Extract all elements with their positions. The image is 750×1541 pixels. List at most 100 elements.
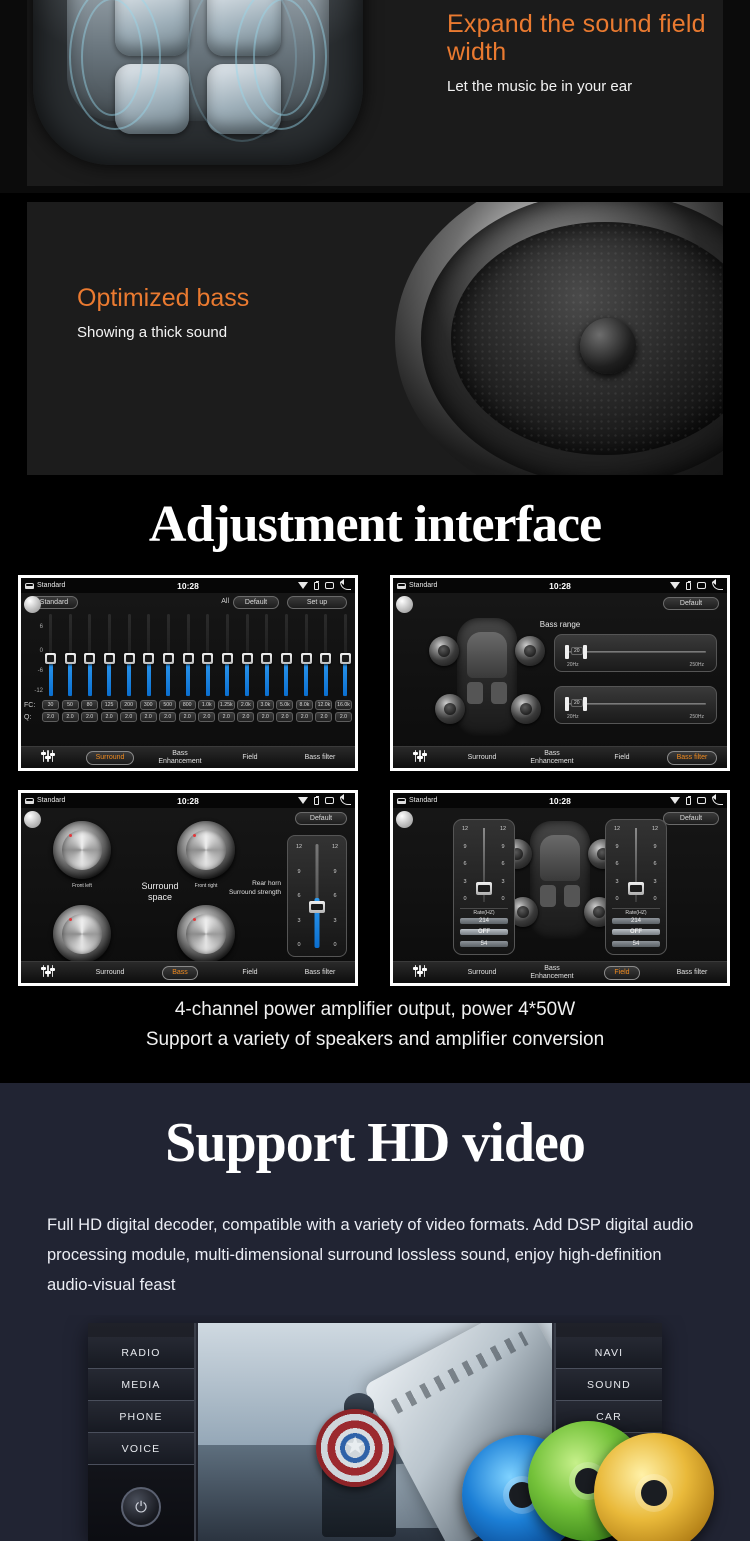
eq-band-slider[interactable] — [221, 614, 233, 698]
tab-field[interactable]: Field — [587, 965, 657, 980]
tab-surround[interactable]: Surround — [447, 969, 517, 977]
eq-setup-button[interactable]: Set up — [287, 596, 347, 609]
eq-q-cell[interactable]: 2.0 — [256, 712, 274, 722]
eq-q-cell[interactable]: 2.0 — [100, 712, 118, 722]
eq-band-slider[interactable] — [84, 614, 96, 698]
eq-fc-cell[interactable]: 1.25k — [217, 700, 235, 710]
dial-front-right[interactable] — [177, 821, 235, 879]
tab-bar[interactable]: Surround Bass Enhancement Field Bass fil… — [393, 961, 727, 983]
back-arrow-icon[interactable] — [340, 793, 351, 805]
tab-surround[interactable]: Surround — [75, 969, 145, 977]
eq-fc-cell[interactable]: 30 — [42, 700, 59, 710]
eq-band-slider[interactable] — [64, 614, 76, 698]
field-value-bottom-left[interactable]: 54 — [460, 941, 508, 947]
tab-field[interactable]: Field — [215, 754, 285, 762]
eq-fc-cell[interactable]: 8.0k — [295, 700, 313, 710]
equalizer-icon[interactable] — [393, 750, 447, 765]
tab-bass-filter[interactable]: Bass filter — [285, 754, 355, 762]
eq-q-cell[interactable]: 2.0 — [217, 712, 235, 722]
tab-bass-enhancement[interactable]: Bass Enhancement — [517, 750, 587, 766]
recent-apps-icon[interactable] — [697, 582, 706, 589]
tab-bass-filter[interactable]: Bass filter — [657, 750, 727, 765]
eq-fc-cell[interactable]: 300 — [139, 700, 157, 710]
tab-surround[interactable]: Surround — [75, 750, 145, 765]
eq-q-cell[interactable]: 2.0 — [198, 712, 216, 722]
head-unit-media-button[interactable]: MEDIA — [88, 1369, 194, 1401]
eq-band-slider[interactable] — [143, 614, 155, 698]
back-arrow-icon[interactable] — [712, 578, 723, 590]
head-unit-voice-button[interactable]: VOICE — [88, 1433, 194, 1465]
eq-fc-cell[interactable]: 80 — [81, 700, 99, 710]
volume-knob[interactable] — [396, 596, 413, 613]
eq-q-cell[interactable]: 2.0 — [334, 712, 352, 722]
eq-band-slider[interactable] — [202, 614, 214, 698]
eq-band-slider[interactable] — [320, 614, 332, 698]
field-slider-right[interactable]: 12 9 6 3 0 12 9 6 3 0 Rate(HZ) 214 OFF 54 — [605, 819, 667, 955]
eq-fc-cell[interactable]: 3.0k — [256, 700, 274, 710]
eq-q-cell[interactable]: 2.0 — [61, 712, 79, 722]
tab-bass-enhancement[interactable]: Bass — [145, 965, 215, 980]
recent-apps-icon[interactable] — [697, 797, 706, 804]
eq-fc-cell[interactable]: 12.0k — [315, 700, 333, 710]
eq-q-cell[interactable]: 2.0 — [42, 712, 59, 722]
equalizer-icon[interactable] — [393, 965, 447, 980]
field-value-top-left[interactable]: 214 — [460, 918, 508, 924]
eq-band-slider[interactable] — [103, 614, 115, 698]
field-value-bottom-right[interactable]: 54 — [612, 941, 660, 947]
eq-fc-cell[interactable]: 5.0k — [276, 700, 294, 710]
recent-apps-icon[interactable] — [325, 797, 334, 804]
field-value-mid-right[interactable]: OFF — [612, 929, 660, 935]
eq-q-cell[interactable]: 2.0 — [139, 712, 157, 722]
eq-band-slider[interactable] — [339, 614, 351, 698]
eq-fc-cell[interactable]: 2.0k — [237, 700, 255, 710]
eq-fc-cell[interactable]: 16.0k — [334, 700, 352, 710]
field-value-top-right[interactable]: 214 — [612, 918, 660, 924]
bass-range-slider-1[interactable]: 20 20Hz 250Hz — [554, 634, 717, 672]
bass-range-slider-2[interactable]: 20 20Hz 250Hz — [554, 686, 717, 724]
volume-knob[interactable] — [396, 811, 413, 828]
eq-band-slider[interactable] — [123, 614, 135, 698]
dial-rear-right[interactable] — [177, 905, 235, 963]
eq-band-slider[interactable] — [162, 614, 174, 698]
eq-band-slider[interactable] — [280, 614, 292, 698]
field-slider-left[interactable]: 12 9 6 3 0 12 9 6 3 0 Rate(HZ) 214 OFF 54 — [453, 819, 515, 955]
eq-fc-cell[interactable]: 800 — [178, 700, 196, 710]
bass-filter-default-button[interactable]: Default — [663, 597, 719, 610]
eq-band-slider[interactable] — [300, 614, 312, 698]
surround-default-button[interactable]: Default — [295, 812, 347, 825]
tab-surround[interactable]: Surround — [447, 754, 517, 762]
head-unit-navi-button[interactable]: NAVI — [556, 1337, 662, 1369]
recent-apps-icon[interactable] — [325, 582, 334, 589]
eq-q-cell[interactable]: 2.0 — [295, 712, 313, 722]
field-default-button[interactable]: Default — [663, 812, 719, 825]
eq-fc-cell[interactable]: 125 — [100, 700, 118, 710]
tab-bass-filter[interactable]: Bass filter — [657, 969, 727, 977]
eq-band-slider[interactable] — [182, 614, 194, 698]
back-arrow-icon[interactable] — [340, 578, 351, 590]
tab-bass-enhancement[interactable]: Bass Enhancement — [145, 750, 215, 766]
eq-q-cell[interactable]: 2.0 — [276, 712, 294, 722]
eq-q-cell[interactable]: 2.0 — [159, 712, 177, 722]
head-unit-radio-button[interactable]: RADIO — [88, 1337, 194, 1369]
tab-field[interactable]: Field — [587, 754, 657, 762]
eq-band-slider[interactable] — [261, 614, 273, 698]
equalizer-icon[interactable] — [21, 750, 75, 765]
back-arrow-icon[interactable] — [712, 793, 723, 805]
volume-knob[interactable] — [24, 811, 41, 828]
surround-strength-slider[interactable]: 12 9 6 3 0 12 9 6 3 0 — [287, 835, 347, 957]
tab-bar[interactable]: Surround Bass Enhancement Field Bass fil… — [21, 746, 355, 768]
eq-q-cell[interactable]: 2.0 — [81, 712, 99, 722]
tab-bar[interactable]: Surround Bass Field Bass filter — [21, 961, 355, 983]
eq-fc-cell[interactable]: 500 — [159, 700, 177, 710]
eq-band-slider[interactable] — [241, 614, 253, 698]
eq-fc-cell[interactable]: 1.0k — [198, 700, 216, 710]
tab-bar[interactable]: Surround Bass Enhancement Field Bass fil… — [393, 746, 727, 768]
eq-default-button[interactable]: Default — [233, 596, 279, 609]
eq-q-cell[interactable]: 2.0 — [315, 712, 333, 722]
eq-band-sliders[interactable] — [45, 614, 351, 698]
eq-fc-cell[interactable]: 50 — [61, 700, 79, 710]
eq-q-cell[interactable]: 2.0 — [120, 712, 138, 722]
head-unit-sound-button[interactable]: SOUND — [556, 1369, 662, 1401]
dial-rear-left[interactable] — [53, 905, 111, 963]
head-unit-phone-button[interactable]: PHONE — [88, 1401, 194, 1433]
